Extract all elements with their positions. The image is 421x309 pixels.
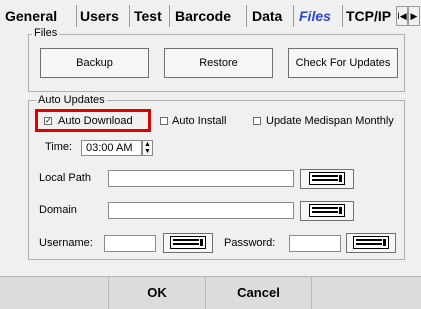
- domain-field[interactable]: [108, 202, 294, 219]
- auto-install-label: Auto Install: [172, 115, 227, 127]
- tab-test[interactable]: Test: [134, 6, 162, 26]
- keyboard-icon: [170, 236, 206, 249]
- tab-divider: [342, 5, 343, 27]
- time-field[interactable]: 03:00 AM: [81, 140, 142, 156]
- tab-divider: [246, 5, 247, 27]
- domain-label: Domain: [39, 204, 77, 216]
- footer-divider: [311, 277, 312, 309]
- update-medispan-checkbox[interactable]: [253, 117, 261, 125]
- time-label: Time:: [45, 141, 73, 153]
- tab-divider: [129, 5, 130, 27]
- password-field[interactable]: [289, 235, 341, 252]
- tab-tcpip[interactable]: TCP/IP: [346, 6, 391, 26]
- restore-button[interactable]: Restore: [164, 48, 273, 78]
- username-field[interactable]: [104, 235, 156, 252]
- tab-data[interactable]: Data: [252, 6, 282, 26]
- local-path-keyboard-button[interactable]: [300, 169, 354, 189]
- tab-divider: [169, 5, 170, 27]
- auto-download-label: Auto Download: [58, 115, 133, 127]
- keyboard-icon: [353, 236, 389, 249]
- cancel-button[interactable]: Cancel: [206, 277, 311, 309]
- tab-divider: [76, 5, 77, 27]
- tab-barcode[interactable]: Barcode: [175, 6, 231, 26]
- tab-divider: [293, 5, 294, 27]
- username-label: Username:: [39, 237, 93, 249]
- auto-install-checkbox[interactable]: [160, 117, 168, 125]
- spinner-down-icon[interactable]: ▼: [143, 148, 152, 155]
- keyboard-icon: [309, 172, 345, 185]
- local-path-label: Local Path: [39, 172, 91, 184]
- tab-bar: General Users Test Barcode Data Files TC…: [0, 0, 421, 28]
- tab-general[interactable]: General: [5, 6, 57, 26]
- check-for-updates-button[interactable]: Check For Updates: [288, 48, 398, 78]
- tab-scroll-left-icon[interactable]: I◀: [396, 6, 408, 26]
- username-keyboard-button[interactable]: [163, 233, 213, 253]
- time-spinner[interactable]: ▲ ▼: [142, 140, 153, 156]
- auto-download-checkbox[interactable]: ✓: [44, 117, 52, 125]
- local-path-field[interactable]: [108, 170, 294, 187]
- domain-keyboard-button[interactable]: [300, 201, 354, 221]
- tab-scroll-right-icon[interactable]: ▶: [408, 6, 420, 26]
- password-label: Password:: [224, 237, 276, 249]
- ok-button[interactable]: OK: [109, 277, 205, 309]
- auto-updates-group-label: Auto Updates: [36, 94, 107, 106]
- update-medispan-label: Update Medispan Monthly: [266, 115, 394, 127]
- tab-users[interactable]: Users: [80, 6, 119, 26]
- password-keyboard-button[interactable]: [346, 233, 396, 253]
- footer-bar: OK Cancel: [0, 276, 421, 309]
- backup-button[interactable]: Backup: [40, 48, 149, 78]
- tab-files[interactable]: Files: [299, 6, 331, 26]
- keyboard-icon: [309, 204, 345, 217]
- spinner-up-icon[interactable]: ▲: [143, 141, 152, 148]
- files-group-label: Files: [32, 27, 60, 39]
